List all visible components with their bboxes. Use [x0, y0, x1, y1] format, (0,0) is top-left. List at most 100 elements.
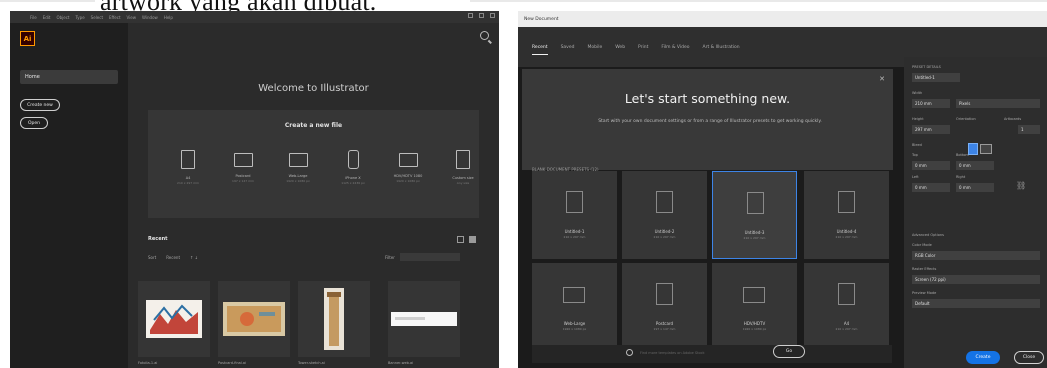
preset-card[interactable]: HDV/HDTV 1920 x 1080 px — [712, 263, 797, 351]
preset-card-size: 210 x 297 mm — [835, 235, 858, 239]
color-mode-select[interactable]: RGB Color — [912, 251, 1040, 260]
filter-label: Filter — [385, 255, 395, 260]
recent-file-name: Tower-sketch.ai — [298, 361, 325, 365]
recent-file-thumb[interactable] — [138, 281, 210, 357]
bleed-right-field[interactable]: 0 mm — [956, 183, 994, 192]
menu-item-effect[interactable]: Effect — [109, 15, 121, 20]
menu-item-view[interactable]: View — [127, 15, 137, 20]
preset-card-size: 210 x 297 mm — [563, 235, 586, 239]
width-field[interactable]: 210 mm — [912, 99, 950, 108]
sort-row: Sort Recent ↑ ↓ — [148, 255, 198, 260]
artboards-field[interactable]: 1 — [1018, 125, 1040, 134]
recent-file-thumb[interactable] — [218, 281, 290, 357]
document-icon — [656, 283, 673, 305]
page-landscape-icon — [233, 153, 253, 167]
recent-file-thumb[interactable] — [298, 281, 370, 357]
tab-recent[interactable]: Recent — [532, 45, 548, 55]
portrait-orientation-icon[interactable] — [968, 143, 978, 155]
units-select[interactable]: Pixels — [956, 99, 1040, 108]
bleed-left-field[interactable]: 0 mm — [912, 183, 950, 192]
hero-banner: ✕ Let's start something new. Start with … — [522, 69, 893, 170]
divider — [0, 0, 95, 2]
maximize-icon[interactable] — [479, 13, 484, 18]
tab-saved[interactable]: Saved — [561, 45, 575, 50]
details-heading: PRESET DETAILS — [912, 65, 941, 69]
search-icon[interactable] — [480, 31, 489, 40]
open-button[interactable]: Open — [20, 117, 48, 129]
list-view-icon[interactable] — [457, 236, 464, 243]
preset-size: 1125 x 2436 px — [341, 181, 365, 185]
menu-item-file[interactable]: File — [30, 15, 37, 20]
preset-card-selected[interactable]: Untitled-3 210 x 297 mm — [712, 171, 797, 259]
search-icon[interactable] — [626, 349, 633, 356]
orientation-label: Orientation — [956, 117, 976, 121]
sort-direction-icon[interactable]: ↑ ↓ — [190, 255, 198, 260]
link-icon[interactable]: ⛓ — [1016, 181, 1026, 191]
monitor-icon — [398, 153, 418, 167]
preset-card[interactable]: Web-Large 1920 x 1080 px — [532, 263, 617, 351]
menu-item-object[interactable]: Object — [56, 15, 69, 20]
menu-item-window[interactable]: Window — [142, 15, 158, 20]
recent-file-image — [146, 300, 202, 338]
menu-item-select[interactable]: Select — [91, 15, 103, 20]
preset-card-name: Untitled-3 — [744, 230, 765, 235]
preset-size: 1920 x 1080 px — [286, 179, 310, 183]
preset-card[interactable]: Untitled-2 210 x 297 mm — [622, 171, 707, 259]
preset-size: Any size — [456, 181, 470, 185]
preset-card[interactable]: A4 210 x 297 mm — [804, 263, 889, 351]
sort-select[interactable]: Recent — [166, 255, 180, 260]
bleed-bottom-label: Bottom — [956, 153, 969, 157]
bleed-right-label: Right — [956, 175, 966, 179]
raster-effects-select[interactable]: Screen (72 ppi) — [912, 275, 1040, 284]
brush-icon — [838, 283, 855, 305]
template-search-input[interactable]: Find more templates on Adobe Stock — [640, 351, 705, 355]
filter-input[interactable] — [400, 253, 460, 261]
landscape-orientation-icon[interactable] — [980, 144, 992, 154]
height-label: Height — [912, 117, 924, 121]
preset-card[interactable]: Untitled-4 210 x 297 mm — [804, 171, 889, 259]
grid-view-icon[interactable] — [469, 236, 476, 243]
preset-postcard[interactable]: Postcard 197 x 147 mm — [221, 150, 265, 185]
sidebar-item-home[interactable]: Home — [20, 70, 118, 84]
preset-card-size: 210 x 297 mm — [743, 236, 766, 240]
minimize-icon[interactable] — [468, 13, 473, 18]
tab-mobile[interactable]: Mobile — [587, 45, 602, 50]
hero-title: Let's start something new. — [624, 91, 791, 106]
tab-film-video[interactable]: Film & Video — [661, 45, 689, 50]
preset-card[interactable]: Postcard 197 x 147 mm — [622, 263, 707, 351]
close-button[interactable]: Close — [1014, 351, 1044, 364]
go-button[interactable]: Go — [773, 345, 805, 358]
tab-web[interactable]: Web — [615, 45, 625, 50]
close-icon[interactable] — [490, 13, 495, 18]
preset-a4[interactable]: A4 210 x 297 mm — [166, 150, 210, 185]
document-icon — [566, 191, 583, 213]
divider — [470, 0, 1047, 2]
preset-web-large[interactable]: Web-Large 1920 x 1080 px — [276, 150, 320, 185]
recent-file-thumb[interactable] — [388, 281, 460, 357]
bleed-bottom-field[interactable]: 0 mm — [956, 161, 994, 170]
menu-item-edit[interactable]: Edit — [43, 15, 51, 20]
new-document-dialog: New Document Recent Saved Mobile Web Pri… — [518, 11, 1047, 368]
preset-custom-size[interactable]: Custom size Any size — [441, 150, 485, 185]
welcome-title: Welcome to Illustrator — [258, 83, 369, 94]
close-icon[interactable]: ✕ — [879, 75, 885, 83]
menu-item-help[interactable]: Help — [164, 15, 173, 20]
preset-hdv-hdtv[interactable]: HDV/HDTV 1080 1920 x 1080 px — [386, 150, 430, 185]
menu-item-type[interactable]: Type — [75, 15, 84, 20]
phone-icon — [347, 150, 359, 169]
advanced-options-toggle[interactable]: Advanced Options — [912, 233, 944, 237]
preset-iphone-x[interactable]: iPhone X 1125 x 2436 px — [331, 150, 375, 185]
create-new-file-panel: Create a new file A4 210 x 297 mm Postca… — [148, 110, 479, 218]
document-name-field[interactable]: Untitled-1 — [912, 73, 960, 82]
bleed-top-field[interactable]: 0 mm — [912, 161, 950, 170]
preset-card[interactable]: Untitled-1 210 x 297 mm — [532, 171, 617, 259]
create-new-button[interactable]: Create new — [20, 99, 60, 111]
height-field[interactable]: 297 mm — [912, 125, 950, 134]
preview-mode-select[interactable]: Default — [912, 299, 1040, 308]
create-button[interactable]: Create — [966, 351, 1000, 364]
tab-print[interactable]: Print — [638, 45, 648, 50]
custom-size-icon — [456, 150, 470, 169]
recent-file-image — [391, 312, 457, 326]
hero-text: Start with your own document settings or… — [598, 119, 822, 124]
tab-art-illustration[interactable]: Art & Illustration — [703, 45, 740, 50]
